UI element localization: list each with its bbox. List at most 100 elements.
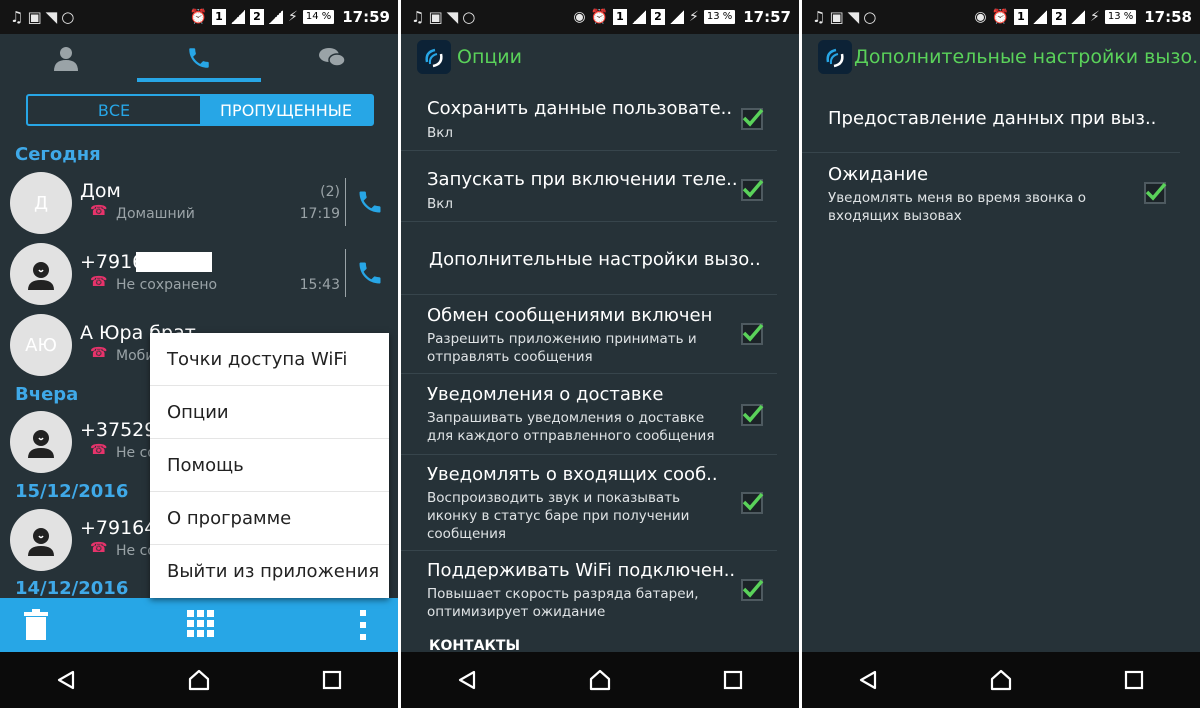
circle-icon: ○ xyxy=(462,8,480,26)
dialpad-icon[interactable] xyxy=(186,609,216,639)
pref-title: Сохранить данные пользовате.. xyxy=(427,98,733,119)
screen-title: Дополнительные настройки вызо... xyxy=(854,46,1200,68)
app-logo-icon[interactable] xyxy=(818,40,852,74)
screen-title: Опции xyxy=(457,46,523,68)
status-clock: 17:58 xyxy=(1144,8,1192,26)
pref-title: Запускать при включении теле.. xyxy=(427,169,738,190)
pref-checkbox[interactable] xyxy=(741,108,764,130)
location-icon: ◉ xyxy=(974,9,987,25)
menu-item-help[interactable]: Помощь xyxy=(150,439,389,492)
trash-icon[interactable] xyxy=(22,609,50,641)
recents-button[interactable] xyxy=(312,660,352,700)
home-button[interactable] xyxy=(580,660,620,700)
avatar xyxy=(10,411,72,473)
status-clock: 17:59 xyxy=(342,8,390,26)
status-notification-icons: ♫▣◥○ xyxy=(411,8,479,26)
person-icon xyxy=(28,430,54,458)
music-icon: ♫ xyxy=(411,8,429,26)
app-logo-icon[interactable] xyxy=(417,40,451,74)
sim2-icon: 2 xyxy=(250,9,264,25)
section-header-date: 14/12/2016 xyxy=(15,578,129,599)
caller-name: +7916 xyxy=(80,251,145,273)
pref-provide-call-data[interactable]: Предоставление данных при выз.. xyxy=(802,84,1180,153)
wifi-icon: ◥ xyxy=(45,8,62,26)
sim2-icon: 2 xyxy=(1052,9,1066,25)
back-button[interactable] xyxy=(46,660,86,700)
section-header-yesterday: Вчера xyxy=(15,384,79,405)
call-list-item[interactable]: +7916 ☎ Не сохранено 15:43 xyxy=(0,243,398,309)
status-notification-icons: ♫▣◥○ xyxy=(812,8,880,26)
pref-checkbox[interactable] xyxy=(1144,182,1167,204)
checkmark-icon xyxy=(742,179,764,198)
divider xyxy=(345,249,346,297)
home-button[interactable] xyxy=(981,660,1021,700)
tab-contacts[interactable] xyxy=(0,34,133,82)
recents-button[interactable] xyxy=(713,660,753,700)
home-button[interactable] xyxy=(179,660,219,700)
pref-checkbox[interactable] xyxy=(741,404,764,426)
pref-summary: Уведомлять меня во время звонка о входящ… xyxy=(828,190,1086,224)
caller-name: Дом xyxy=(80,180,121,202)
recents-button[interactable] xyxy=(1114,660,1154,700)
missed-call-icon: ☎ xyxy=(90,345,108,361)
menu-item-wifi-hotspots[interactable]: Точки доступа WiFi xyxy=(150,333,389,386)
phone-screen-call-log: ♫▣◥○ ⏰ 1 2 ⚡ 14 % 17:59 ВСЕ ПРОПУЩЕННЫЕ … xyxy=(0,0,398,708)
pref-delivery-reports[interactable]: Уведомления о доставке Запрашивать уведо… xyxy=(401,374,777,455)
pref-messaging-enabled[interactable]: Обмен сообщениями включен Разрешить прил… xyxy=(401,295,777,374)
pref-call-waiting[interactable]: Ожидание Уведомлять меня во время звонка… xyxy=(802,153,1180,233)
menu-item-options[interactable]: Опции xyxy=(150,386,389,439)
pref-additional-call-settings[interactable]: Дополнительные настройки вызо.. xyxy=(401,222,777,295)
caller-type: Домашний xyxy=(116,206,195,222)
more-icon[interactable] xyxy=(358,609,368,641)
call-back-button[interactable] xyxy=(356,259,384,287)
call-back-button[interactable] xyxy=(356,188,384,216)
checkmark-icon xyxy=(742,404,764,423)
call-filter-toggle: ВСЕ ПРОПУЩЕННЫЕ xyxy=(26,94,374,126)
status-bar: ♫▣◥○ ◉ ⏰ 1 2 ⚡ 13 % 17:57 xyxy=(401,0,799,34)
pref-incoming-notify[interactable]: Уведомлять о входящих сооб.. Воспроизвод… xyxy=(401,455,777,551)
sim1-icon: 1 xyxy=(613,9,627,25)
menu-item-about[interactable]: О программе xyxy=(150,492,389,545)
back-button[interactable] xyxy=(447,660,487,700)
pref-title: Ожидание xyxy=(828,164,929,185)
call-list-item[interactable]: Д Дом ☎ Домашний (2) 17:19 xyxy=(0,172,398,238)
signal-icon xyxy=(1033,10,1047,24)
pref-checkbox[interactable] xyxy=(741,492,764,514)
pref-checkbox[interactable] xyxy=(741,323,764,345)
redacted-number-block xyxy=(136,252,212,272)
system-nav-bar xyxy=(0,652,398,708)
pref-keep-wifi[interactable]: Поддерживать WiFi подключен.. Повышает с… xyxy=(401,551,777,627)
battery-icon: 14 % xyxy=(302,10,335,24)
status-clock: 17:57 xyxy=(743,8,791,26)
circle-icon: ○ xyxy=(863,8,881,26)
pref-save-user-data[interactable]: Сохранить данные пользовате.. Вкл xyxy=(401,84,777,151)
status-notification-icons: ♫▣◥○ xyxy=(10,8,78,26)
home-icon xyxy=(990,669,1012,691)
pref-checkbox[interactable] xyxy=(741,179,764,201)
home-icon xyxy=(589,669,611,691)
signal-icon xyxy=(231,10,245,24)
checkmark-icon xyxy=(742,579,764,598)
filter-all-button[interactable]: ВСЕ xyxy=(28,96,200,124)
tab-messages[interactable] xyxy=(265,34,398,82)
call-time: 17:19 xyxy=(299,206,340,222)
person-icon xyxy=(28,262,54,290)
phone-icon xyxy=(189,48,209,68)
pref-autostart[interactable]: Запускать при включении теле.. Вкл xyxy=(401,151,777,222)
battery-icon: 13 % xyxy=(703,10,736,24)
home-icon xyxy=(188,669,210,691)
section-header-date: 15/12/2016 xyxy=(15,481,129,502)
tab-calls[interactable] xyxy=(133,34,266,82)
back-button[interactable] xyxy=(848,660,888,700)
recents-icon xyxy=(723,670,742,690)
divider xyxy=(345,178,346,226)
missed-call-icon: ☎ xyxy=(90,540,108,556)
pref-summary: Повышает скорость разряда батареи, оптим… xyxy=(427,586,699,620)
phone-screen-options: ♫▣◥○ ◉ ⏰ 1 2 ⚡ 13 % 17:57 Опции Сохранит… xyxy=(401,0,799,708)
status-system-icons: ◉ ⏰ 1 2 ⚡ 13 % 17:57 xyxy=(573,8,791,26)
wifi-icon: ◥ xyxy=(847,8,864,26)
pref-checkbox[interactable] xyxy=(741,579,764,601)
menu-item-exit[interactable]: Выйти из приложения xyxy=(150,545,389,598)
filter-missed-button[interactable]: ПРОПУЩЕННЫЕ xyxy=(200,96,372,124)
call-count: (2) xyxy=(320,184,340,200)
